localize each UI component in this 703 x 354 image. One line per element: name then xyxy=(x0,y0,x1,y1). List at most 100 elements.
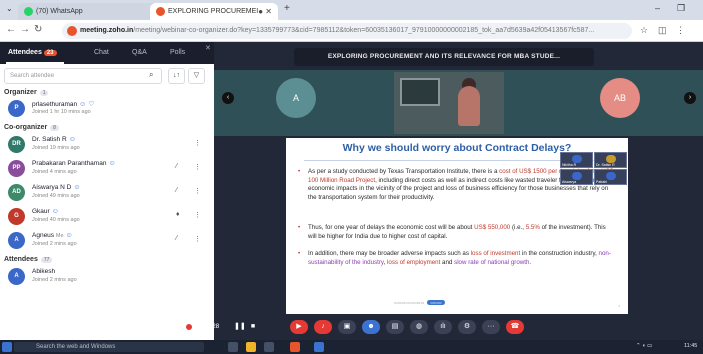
video-tile[interactable]: Pattabi xyxy=(594,169,627,185)
list-item[interactable]: PP Prabakaran Paranthaman ☺ Joined 4 mins… xyxy=(4,158,210,180)
close-tab-icon[interactable]: ● ✕ xyxy=(258,3,272,20)
sort-icon[interactable]: ↓↑ xyxy=(168,68,185,84)
screen-share-notice: ▭▭▭▭▭▭▭▭ ▭▭▭ xyxy=(394,300,445,305)
screen-share-button[interactable]: ▣ xyxy=(338,320,356,334)
camera-off-button[interactable]: ▶ xyxy=(290,320,308,334)
list-item[interactable]: P prlasethuraman ☺ ♡ Joined 1 hr 10 mins … xyxy=(4,98,210,120)
avatar: A xyxy=(8,268,25,285)
participant-name: Aiswarya N D ☺ xyxy=(32,184,81,191)
avatar xyxy=(606,172,616,180)
section-count: 8 xyxy=(50,125,59,131)
back-icon[interactable]: ← xyxy=(6,24,16,35)
more-options-icon[interactable]: ⋮ xyxy=(194,187,201,195)
url-host: meeting.zoho.in xyxy=(80,27,134,34)
speaker-video xyxy=(394,72,504,134)
recording-icon xyxy=(186,324,192,330)
list-item[interactable]: A Abikesh Joined 2 mins ago xyxy=(4,266,210,288)
more-options-icon[interactable]: ⋮ xyxy=(194,163,201,171)
taskbar-search[interactable]: Search the web and Windows xyxy=(14,342,204,352)
mic-off-button[interactable]: ♪ xyxy=(314,320,332,334)
tab-search-icon[interactable]: ⌄ xyxy=(6,4,13,13)
webinar-stage: EXPLORING PROCUREMENT AND ITS RELEVANCE … xyxy=(214,42,703,354)
tab-attendees[interactable]: Attendees 23 xyxy=(8,49,57,56)
video-tile[interactable]: Nikitha R xyxy=(560,152,593,168)
more-options-icon[interactable]: ⋮ xyxy=(194,211,201,219)
more-button[interactable]: ··· xyxy=(482,320,500,334)
new-tab-button[interactable]: + xyxy=(284,3,290,14)
video-tile[interactable]: Dr. Satish R xyxy=(594,152,627,168)
me-tag: Me xyxy=(55,233,64,239)
avatar: DR xyxy=(8,136,25,153)
section-organizer: Organizer 1 xyxy=(4,89,49,96)
attendees-count-badge: 23 xyxy=(43,50,57,56)
avatar: A xyxy=(276,78,316,118)
reactions-button[interactable]: ◍ xyxy=(410,320,428,334)
cohost-badge-icon: ☺ xyxy=(73,184,81,191)
next-arrow-icon[interactable]: › xyxy=(684,92,696,104)
bookmark-star-icon[interactable]: ☆ xyxy=(640,25,648,36)
join-time: Joined 19 mins ago xyxy=(32,145,80,151)
reload-icon[interactable]: ↻ xyxy=(34,24,42,35)
avatar: AD xyxy=(8,184,25,201)
participants-button[interactable]: ☻ xyxy=(362,320,380,334)
tab-chat[interactable]: Chat xyxy=(94,49,109,56)
search-icon[interactable]: ⌕ xyxy=(149,70,153,80)
stop-icon[interactable]: ■ xyxy=(248,320,258,334)
tab-polls[interactable]: Polls xyxy=(170,49,185,56)
tab-webinar[interactable]: EXPLORING PROCUREMEI ● ✕ xyxy=(150,3,278,20)
slide-bullet: • Thus, for one year of delays the econo… xyxy=(298,224,606,240)
avatar: AB xyxy=(600,78,640,118)
minimize-icon[interactable]: – xyxy=(655,3,660,13)
site-icon xyxy=(67,26,77,36)
address-bar: ← → ↻ meeting.zoho.in/meeting/webinar-co… xyxy=(0,20,703,42)
avatar xyxy=(572,155,582,163)
join-time: Joined 1 hr 10 mins ago xyxy=(32,109,91,115)
webinar-title: EXPLORING PROCUREMENT AND ITS RELEVANCE … xyxy=(294,48,594,66)
mic-off-icon[interactable]: ⁄ xyxy=(176,163,177,170)
profile-icon[interactable]: ⋮ xyxy=(676,25,685,36)
url-path: /meeting/webinar-co-organizer.do?key=133… xyxy=(133,27,595,34)
whatsapp-icon xyxy=(24,7,33,16)
forward-icon[interactable]: → xyxy=(20,24,30,35)
stats-button[interactable]: ılı xyxy=(434,320,452,334)
edge-icon[interactable] xyxy=(314,342,324,352)
mic-off-icon[interactable]: ⁄ xyxy=(176,235,177,242)
browser-window: ⌄ (70) WhatsApp ✕ EXPLORING PROCUREMEI ●… xyxy=(0,0,703,354)
prev-arrow-icon[interactable]: ‹ xyxy=(222,92,234,104)
pause-icon[interactable]: ❚❚ xyxy=(234,320,246,334)
store-icon[interactable] xyxy=(264,342,274,352)
maximize-icon[interactable]: ❐ xyxy=(677,3,685,14)
windows-start-icon[interactable] xyxy=(2,342,12,352)
cohost-badge-icon: ☺ xyxy=(51,208,59,215)
mic-off-icon[interactable]: ⁄ xyxy=(176,187,177,194)
tab-whatsapp[interactable]: (70) WhatsApp ✕ xyxy=(18,3,166,20)
list-item[interactable]: G Gkaur ☺ Joined 40 mins ago ♦ ⋮ xyxy=(4,206,210,228)
chat-button[interactable]: ▤ xyxy=(386,320,404,334)
cohost-badge-icon: ☺ xyxy=(68,136,76,143)
file-explorer-icon[interactable] xyxy=(246,342,256,352)
speaker-body xyxy=(458,86,480,126)
slide-number-mark: ▪ xyxy=(618,303,620,308)
mic-icon[interactable]: ♦ xyxy=(176,211,180,218)
zoho-icon xyxy=(156,7,165,16)
avatar: P xyxy=(8,100,25,117)
video-tile[interactable]: Aiswarya xyxy=(560,169,593,185)
join-time: Joined 40 mins ago xyxy=(32,217,80,223)
task-view-icon[interactable] xyxy=(228,342,238,352)
search-attendee-input[interactable]: Search attendee xyxy=(4,68,162,84)
more-options-icon[interactable]: ⋮ xyxy=(194,139,201,147)
settings-button[interactable]: ⚙ xyxy=(458,320,476,334)
list-item[interactable]: A Agneus Me ☺ Joined 2 mins ago ⁄ ⋮ xyxy=(4,230,210,252)
system-tray-icons[interactable]: ⌃ ◖ ▭ xyxy=(636,343,652,349)
more-options-icon[interactable]: ⋮ xyxy=(194,235,201,243)
tab-qa[interactable]: Q&A xyxy=(132,49,147,56)
list-item[interactable]: AD Aiswarya N D ☺ Joined 49 mins ago ⁄ ⋮ xyxy=(4,182,210,204)
close-panel-icon[interactable]: ✕ xyxy=(205,44,211,52)
leave-call-button[interactable]: ☎ xyxy=(506,320,524,334)
filter-icon[interactable]: ▽ xyxy=(188,68,205,84)
chrome-icon[interactable] xyxy=(290,342,300,352)
list-item[interactable]: DR Dr. Satish R ☺ Joined 19 mins ago ⋮ xyxy=(4,134,210,156)
sidebar-icon[interactable]: ◫ xyxy=(658,25,667,36)
url-field[interactable]: meeting.zoho.in/meeting/webinar-co-organ… xyxy=(62,23,632,39)
tab-label: (70) WhatsApp xyxy=(36,8,83,15)
